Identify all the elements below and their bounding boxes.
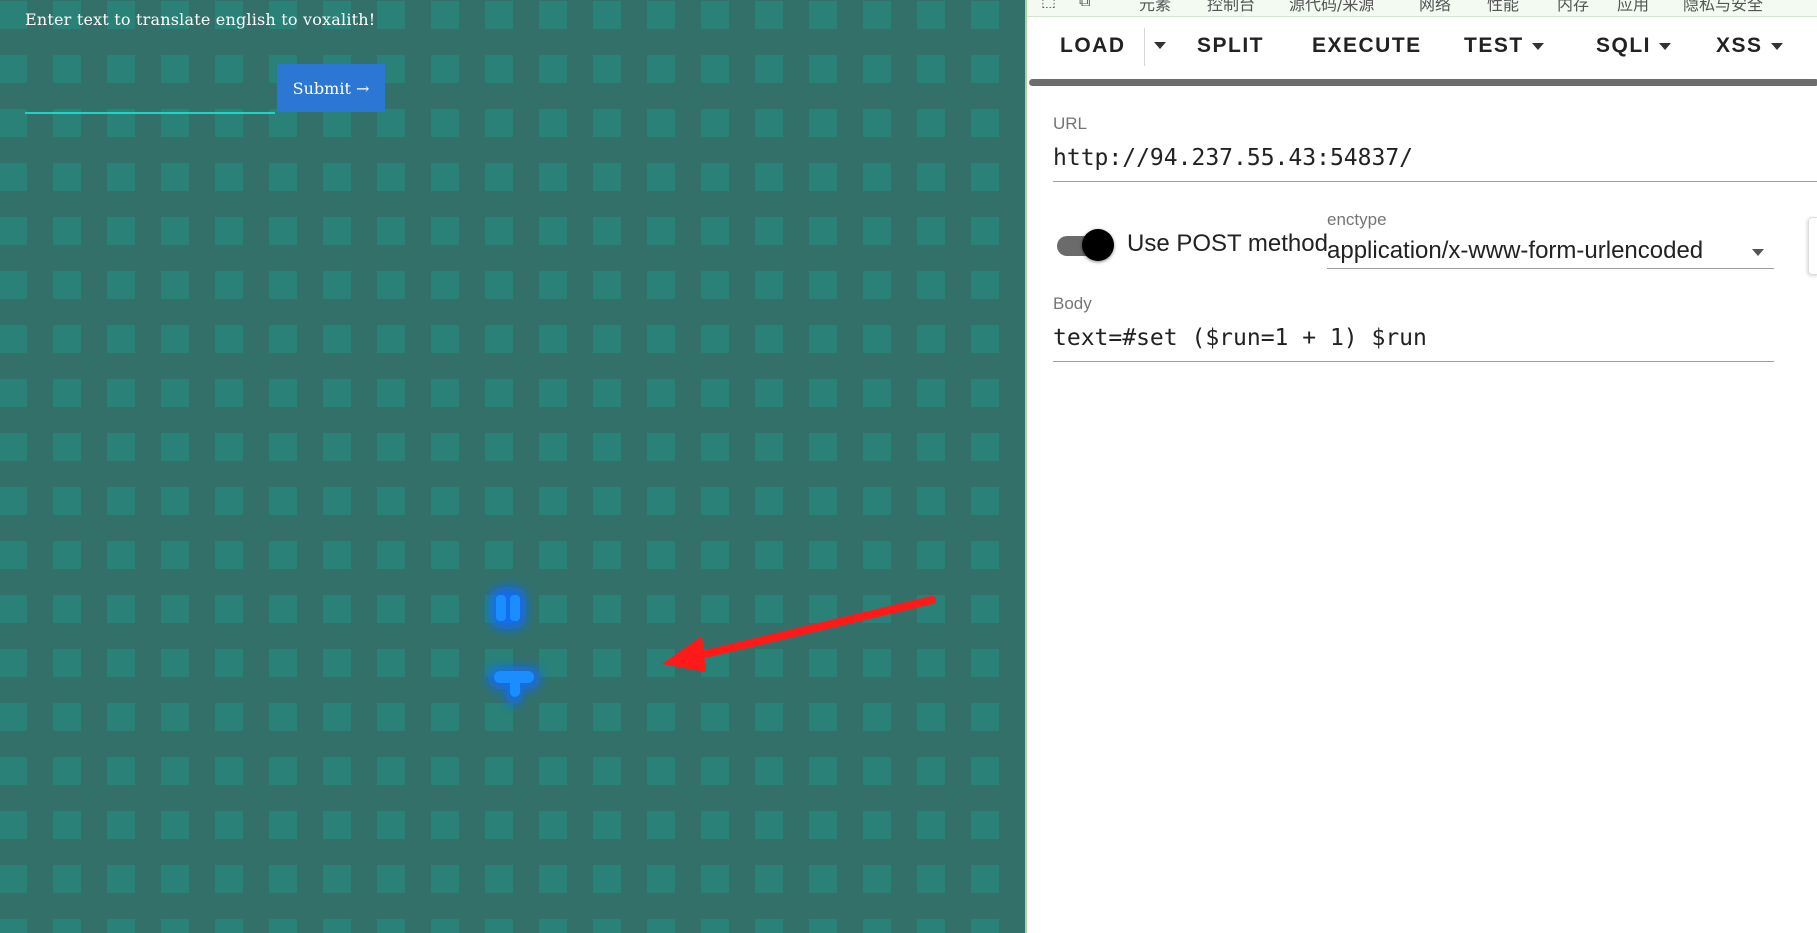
toggle-knob <box>1082 229 1114 261</box>
devtools-tab[interactable]: 网络 <box>1419 0 1451 15</box>
translator-page: Enter text to translate english to voxal… <box>0 0 1025 933</box>
hackbar-toolbar: LOAD SPLIT EXECUTE TEST SQLI XSS <box>1027 22 1817 78</box>
split-label: SPLIT <box>1197 34 1265 57</box>
submit-button[interactable]: Submit → <box>277 64 385 112</box>
body-field[interactable]: text=#set ($run=1 + 1) $run <box>1053 325 1774 362</box>
devtools-tab-strip: ⬚ ⧉ 元素 控制台 源代码/来源 网络 性能 内存 应用 隐私与安全 <box>1027 0 1817 17</box>
devtools-icon[interactable]: ⬚ <box>1041 0 1056 10</box>
load-options-dropdown[interactable] <box>1154 42 1166 49</box>
enctype-value: application/x-www-form-urlencoded <box>1327 237 1704 264</box>
body-label: Body <box>1053 294 1092 313</box>
side-panel-handle[interactable] <box>1808 217 1817 275</box>
execute-button[interactable]: EXECUTE <box>1312 34 1422 58</box>
devtools-tab[interactable]: 性能 <box>1487 0 1519 15</box>
toolbar-progress-bar <box>1029 79 1817 86</box>
hackbar-panel: ⬚ ⧉ 元素 控制台 源代码/来源 网络 性能 内存 应用 隐私与安全 LOAD… <box>1025 0 1817 933</box>
devtools-icon-2[interactable]: ⧉ <box>1079 0 1090 11</box>
url-field[interactable]: http://94.237.55.43:54837/ <box>1053 145 1817 182</box>
devtools-tab[interactable]: 元素 <box>1139 0 1171 15</box>
execute-label: EXECUTE <box>1312 34 1422 57</box>
tiled-background <box>0 0 1025 933</box>
annotation-arrow <box>662 596 936 672</box>
url-label: URL <box>1053 114 1088 133</box>
xss-label: XSS <box>1716 34 1763 57</box>
toolbar-divider <box>1144 28 1145 66</box>
chevron-down-icon <box>1770 42 1783 50</box>
test-menu-button[interactable]: TEST <box>1464 34 1544 58</box>
devtools-tab[interactable]: 控制台 <box>1207 0 1255 15</box>
translated-output-glyph <box>488 587 540 705</box>
sqli-label: SQLI <box>1596 34 1652 57</box>
split-button[interactable]: SPLIT <box>1197 34 1264 58</box>
chevron-down-icon <box>1752 249 1764 256</box>
enctype-label: enctype <box>1327 210 1387 229</box>
devtools-tab[interactable]: 源代码/来源 <box>1289 0 1374 15</box>
devtools-tab[interactable]: 应用 <box>1617 0 1649 15</box>
page-prompt: Enter text to translate english to voxal… <box>25 10 376 29</box>
post-method-label: Use POST method <box>1127 230 1328 257</box>
chevron-down-icon <box>1531 42 1544 50</box>
sqli-menu-button[interactable]: SQLI <box>1596 34 1672 58</box>
load-button[interactable]: LOAD <box>1060 34 1126 58</box>
devtools-tab[interactable]: 内存 <box>1557 0 1589 15</box>
enctype-select[interactable]: application/x-www-form-urlencoded <box>1327 234 1774 269</box>
load-label: LOAD <box>1060 34 1126 57</box>
test-label: TEST <box>1464 34 1524 57</box>
chevron-down-icon <box>1154 42 1166 49</box>
devtools-tab[interactable]: 隐私与安全 <box>1683 0 1763 15</box>
xss-menu-button[interactable]: XSS <box>1716 34 1783 58</box>
chevron-down-icon <box>1659 42 1672 50</box>
translate-text-input[interactable] <box>25 70 275 114</box>
post-method-toggle[interactable] <box>1055 227 1115 263</box>
